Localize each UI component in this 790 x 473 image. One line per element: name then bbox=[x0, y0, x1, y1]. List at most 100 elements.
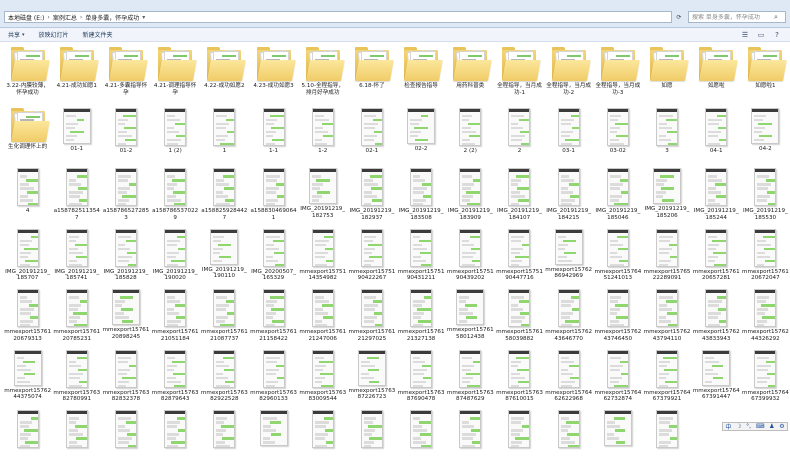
image-file-item[interactable]: mmexport1576243746450 bbox=[593, 287, 642, 348]
folder-item[interactable]: 全程指导，当月成功-2 bbox=[544, 45, 593, 106]
image-file-item[interactable] bbox=[151, 408, 200, 469]
folder-item[interactable]: 4.23-成功如愿3 bbox=[249, 45, 298, 106]
image-file-item[interactable] bbox=[101, 408, 150, 469]
image-file-item[interactable] bbox=[593, 408, 642, 469]
image-file-item[interactable]: mmexport1576121051184 bbox=[151, 287, 200, 348]
image-file-item[interactable]: 01-1 bbox=[52, 106, 101, 167]
image-file-item[interactable]: mmexport1576387690478 bbox=[397, 348, 446, 409]
folder-item[interactable]: 检查报告指导 bbox=[397, 45, 446, 106]
image-file-item[interactable]: 01-2 bbox=[101, 106, 150, 167]
image-file-item[interactable]: IMG_20191219_185206 bbox=[642, 166, 691, 227]
image-file-item[interactable]: mmexport1576243833943 bbox=[692, 287, 741, 348]
image-file-item[interactable]: mmexport1575190439202 bbox=[446, 227, 495, 288]
image-file-item[interactable]: mmexport1576467379921 bbox=[642, 348, 691, 409]
image-file-item[interactable]: a1588259284427 bbox=[200, 166, 249, 227]
help-icon[interactable]: ? bbox=[772, 30, 782, 40]
image-file-item[interactable]: mmexport1576286942969 bbox=[544, 227, 593, 288]
image-file-item[interactable] bbox=[52, 408, 101, 469]
image-file-item[interactable]: mmexport1576382879643 bbox=[151, 348, 200, 409]
search-input[interactable] bbox=[692, 13, 774, 21]
image-file-item[interactable]: a1587825113547 bbox=[52, 166, 101, 227]
image-file-item[interactable] bbox=[446, 408, 495, 469]
image-file-item[interactable] bbox=[3, 408, 52, 469]
image-file-item[interactable]: IMG_20191219_183508 bbox=[397, 166, 446, 227]
image-file-item[interactable]: mmexport1576120657281 bbox=[692, 227, 741, 288]
folder-item[interactable]: 如愿 bbox=[642, 45, 691, 106]
image-file-item[interactable]: 1 bbox=[200, 106, 249, 167]
image-file-item[interactable]: IMG_20191219_185046 bbox=[593, 166, 642, 227]
image-file-item[interactable]: mmexport1576382922528 bbox=[200, 348, 249, 409]
slideshow-button[interactable]: 放映幻灯片 bbox=[39, 30, 69, 39]
folder-item[interactable]: 6.18-怀了 bbox=[347, 45, 396, 106]
new-folder-button[interactable]: 新建文件夹 bbox=[83, 30, 113, 39]
image-file-item[interactable]: mmexport1576244326292 bbox=[741, 287, 790, 348]
folder-item[interactable]: 全程指导，当月成功-1 bbox=[495, 45, 544, 106]
image-file-item[interactable]: mmexport1576522289091 bbox=[642, 227, 691, 288]
image-file-item[interactable]: mmexport1576243794110 bbox=[642, 287, 691, 348]
image-file-item[interactable]: IMG_20191219_182937 bbox=[347, 166, 396, 227]
image-file-item[interactable]: mmexport1576243646770 bbox=[544, 287, 593, 348]
image-file-item[interactable]: mmexport1576387226723 bbox=[347, 348, 396, 409]
image-file-item[interactable]: mmexport1575190422267 bbox=[347, 227, 396, 288]
folder-item[interactable]: 4.21-成功如愿1 bbox=[52, 45, 101, 106]
image-file-item[interactable]: 04-2 bbox=[741, 106, 790, 167]
folder-item[interactable]: 生化调理怀上的 bbox=[3, 106, 52, 167]
image-file-item[interactable]: mmexport1576382832378 bbox=[101, 348, 150, 409]
folder-item[interactable]: 4.22-成功如愿2 bbox=[200, 45, 249, 106]
image-file-item[interactable] bbox=[200, 408, 249, 469]
image-file-item[interactable]: mmexport1575190447716 bbox=[495, 227, 544, 288]
image-file-item[interactable] bbox=[495, 408, 544, 469]
moon-icon[interactable]: ☽ bbox=[736, 423, 741, 430]
image-file-item[interactable]: IMG_20191219_183909 bbox=[446, 166, 495, 227]
image-file-item[interactable]: IMG_20191219_182753 bbox=[298, 166, 347, 227]
image-file-item[interactable] bbox=[347, 408, 396, 469]
keyboard-icon[interactable]: ⌨ bbox=[756, 423, 765, 430]
image-file-item[interactable]: IMG_20191219_185828 bbox=[101, 227, 150, 288]
breadcrumb-drive[interactable]: 本地磁盘 (E:) bbox=[8, 13, 44, 22]
image-file-item[interactable]: mmexport1576120785231 bbox=[52, 287, 101, 348]
image-file-item[interactable]: mmexport1576121158422 bbox=[249, 287, 298, 348]
image-file-item[interactable]: mmexport1576467391447 bbox=[692, 348, 741, 409]
image-file-item[interactable]: 2 bbox=[495, 106, 544, 167]
ime-lang-indicator[interactable]: 中 bbox=[725, 422, 731, 431]
share-button[interactable]: 共享 ▾ bbox=[8, 30, 25, 40]
image-file-item[interactable]: 03-1 bbox=[544, 106, 593, 167]
folder-item[interactable]: 4.21-多囊指导怀孕 bbox=[101, 45, 150, 106]
image-file-item[interactable]: IMG_20191219_184215 bbox=[544, 166, 593, 227]
gear-icon[interactable]: ⚙ bbox=[779, 423, 784, 430]
image-file-item[interactable]: mmexport1576120672047 bbox=[741, 227, 790, 288]
image-file-item[interactable]: IMG_20191219_185244 bbox=[692, 166, 741, 227]
image-file-item[interactable]: mmexport1576382960133 bbox=[249, 348, 298, 409]
image-file-item[interactable]: 04-1 bbox=[692, 106, 741, 167]
image-file-item[interactable] bbox=[298, 408, 347, 469]
image-file-item[interactable] bbox=[397, 408, 446, 469]
folder-item[interactable]: 全程指导，当月成功-3 bbox=[593, 45, 642, 106]
search-icon[interactable]: ⌕ bbox=[774, 13, 778, 22]
breadcrumb-current[interactable]: 单身多囊，怀孕成功 bbox=[85, 13, 139, 22]
image-file-item[interactable]: 2 (2) bbox=[446, 106, 495, 167]
image-file-item[interactable]: mmexport1576121247006 bbox=[298, 287, 347, 348]
image-file-item[interactable]: mmexport1575114354982 bbox=[298, 227, 347, 288]
image-file-item[interactable]: IMG_20191219_185741 bbox=[52, 227, 101, 288]
image-file-item[interactable]: mmexport1576121297025 bbox=[347, 287, 396, 348]
image-file-item[interactable]: a1587865370229 bbox=[151, 166, 200, 227]
image-file-item[interactable]: mmexport1576121087737 bbox=[200, 287, 249, 348]
image-file-item[interactable]: mmexport1576462732874 bbox=[593, 348, 642, 409]
image-file-item[interactable]: mmexport1576120679313 bbox=[3, 287, 52, 348]
image-file-item[interactable]: a1587865272853 bbox=[101, 166, 150, 227]
folder-item[interactable]: 如愿啦 bbox=[692, 45, 741, 106]
image-file-item[interactable]: mmexport1576387487629 bbox=[446, 348, 495, 409]
image-file-item[interactable]: 4 bbox=[3, 166, 52, 227]
image-file-item[interactable]: mmexport1576383009544 bbox=[298, 348, 347, 409]
view-options-icon[interactable]: ☰ bbox=[740, 30, 750, 40]
folder-item[interactable]: 用药科普类 bbox=[446, 45, 495, 106]
image-file-item[interactable]: mmexport1576462622968 bbox=[544, 348, 593, 409]
folder-item[interactable]: 3.22-内膜较薄，怀孕成功 bbox=[3, 45, 52, 106]
image-file-item[interactable] bbox=[642, 408, 691, 469]
folder-item[interactable]: 如愿啦1 bbox=[741, 45, 790, 106]
image-file-item[interactable]: mmexport1576451241013 bbox=[593, 227, 642, 288]
image-file-item[interactable]: mmexport1576120898245 bbox=[101, 287, 150, 348]
user-icon[interactable]: ♟ bbox=[769, 423, 774, 430]
image-file-item[interactable]: mmexport1576158012438 bbox=[446, 287, 495, 348]
breadcrumb-dropdown-icon[interactable]: ▾ bbox=[142, 14, 145, 21]
